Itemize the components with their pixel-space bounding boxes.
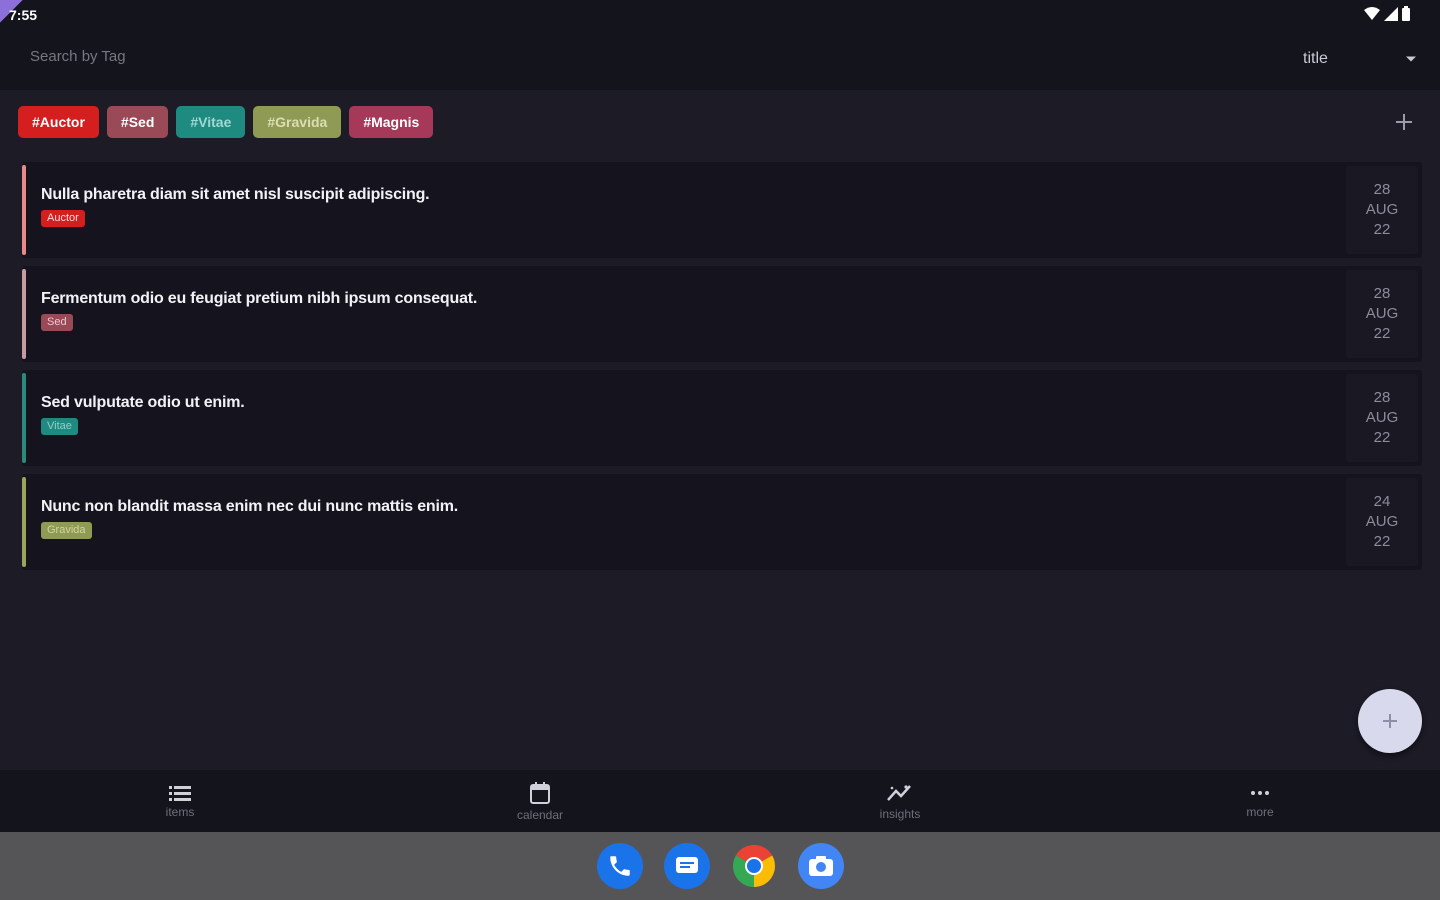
item-title: Nulla pharetra diam sit amet nisl suscip… (41, 186, 430, 203)
item-title: Nunc non blandit massa enim nec dui nunc… (41, 498, 459, 515)
wifi-icon (1364, 6, 1380, 20)
more-icon (1251, 790, 1269, 795)
sort-dropdown[interactable]: title (1290, 44, 1425, 74)
status-time: 7:55 (9, 7, 38, 23)
date-day: 28 (1373, 285, 1391, 302)
tag-chip-gravida[interactable]: #Gravida (253, 106, 342, 138)
chrome-icon (732, 845, 775, 887)
tag-chip-sed[interactable]: #Sed (106, 106, 169, 138)
tag-chip-vitae[interactable]: #Vitae (176, 106, 246, 138)
item-date: 28 AUG 22 (1346, 374, 1418, 462)
chrome-app[interactable] (731, 843, 777, 889)
list-item[interactable]: Fermentum odio eu feugiat pretium nibh i… (22, 266, 1422, 362)
signal-icon (1384, 6, 1398, 21)
tag-filter-row: #Auctor #Sed #Vitae #Gravida #Magnis (18, 106, 434, 138)
date-year: 22 (1373, 533, 1391, 550)
tag-chip-auctor[interactable]: #Auctor (18, 106, 99, 138)
camera-icon (808, 856, 833, 876)
phone-icon (609, 856, 630, 876)
date-year: 22 (1373, 429, 1391, 446)
tag-chip-label: #Sed (120, 114, 155, 130)
item-title: Sed vulputate odio ut enim. (41, 394, 245, 411)
bottom-navigation: items calendar insights more (0, 770, 1440, 832)
tag-chip-label: #Auctor (32, 114, 85, 130)
date-month: AUG (1365, 305, 1399, 322)
app-root: 7:55 title #Auctor #Sed (0, 0, 1440, 900)
date-month: AUG (1365, 201, 1399, 218)
nav-more[interactable]: more (1080, 770, 1440, 832)
add-item-button[interactable] (1358, 689, 1422, 753)
item-date: 24 AUG 22 (1346, 478, 1418, 566)
date-year: 22 (1373, 325, 1391, 342)
phone-app[interactable] (596, 843, 643, 889)
search-input[interactable] (30, 48, 430, 65)
tag-chip-label: #Magnis (363, 114, 420, 130)
tag-chip-label: #Vitae (190, 114, 232, 130)
sort-value: title (1303, 50, 1328, 67)
item-date: 28 AUG 22 (1346, 270, 1418, 358)
plus-icon (1396, 114, 1412, 130)
item-date: 28 AUG 22 (1346, 166, 1418, 254)
battery-icon (1402, 6, 1410, 21)
date-month: AUG (1365, 409, 1399, 426)
item-list: Nulla pharetra diam sit amet nisl suscip… (22, 162, 1422, 578)
list-item[interactable]: Sed vulputate odio ut enim. Vitae 28 AUG… (22, 370, 1422, 466)
date-day: 28 (1373, 181, 1391, 198)
top-app-bar: 7:55 title (0, 0, 1440, 90)
item-tag: Vitae (41, 418, 78, 435)
add-tag-button[interactable] (1390, 108, 1418, 136)
system-dock (0, 832, 1440, 900)
dropdown-arrow-icon (1406, 56, 1416, 62)
tag-chip-label: #Gravida (267, 114, 328, 130)
nav-label: insights (879, 806, 921, 821)
plus-icon (1383, 714, 1397, 728)
list-item[interactable]: Nulla pharetra diam sit amet nisl suscip… (22, 162, 1422, 258)
calendar-icon (530, 781, 550, 804)
messages-icon (675, 857, 698, 873)
nav-label: calendar (516, 807, 564, 822)
list-icon (169, 785, 191, 801)
item-tag: Auctor (41, 210, 85, 227)
tag-chip-magnis[interactable]: #Magnis (349, 106, 434, 138)
nav-items[interactable]: items (0, 770, 360, 832)
messages-app[interactable] (663, 843, 710, 889)
date-month: AUG (1365, 513, 1399, 530)
nav-label: items (165, 804, 195, 819)
item-title: Fermentum odio eu feugiat pretium nibh i… (41, 290, 478, 307)
list-item[interactable]: Nunc non blandit massa enim nec dui nunc… (22, 474, 1422, 570)
date-day: 24 (1373, 493, 1391, 510)
status-icons (1364, 6, 1410, 21)
insights-icon (887, 784, 911, 801)
nav-label: more (1246, 804, 1274, 819)
nav-insights[interactable]: insights (720, 770, 1080, 832)
date-year: 22 (1373, 221, 1391, 238)
nav-calendar[interactable]: calendar (360, 770, 720, 832)
date-day: 28 (1373, 389, 1391, 406)
camera-app[interactable] (797, 843, 844, 889)
item-tag: Gravida (41, 522, 92, 539)
item-tag: Sed (41, 314, 73, 331)
